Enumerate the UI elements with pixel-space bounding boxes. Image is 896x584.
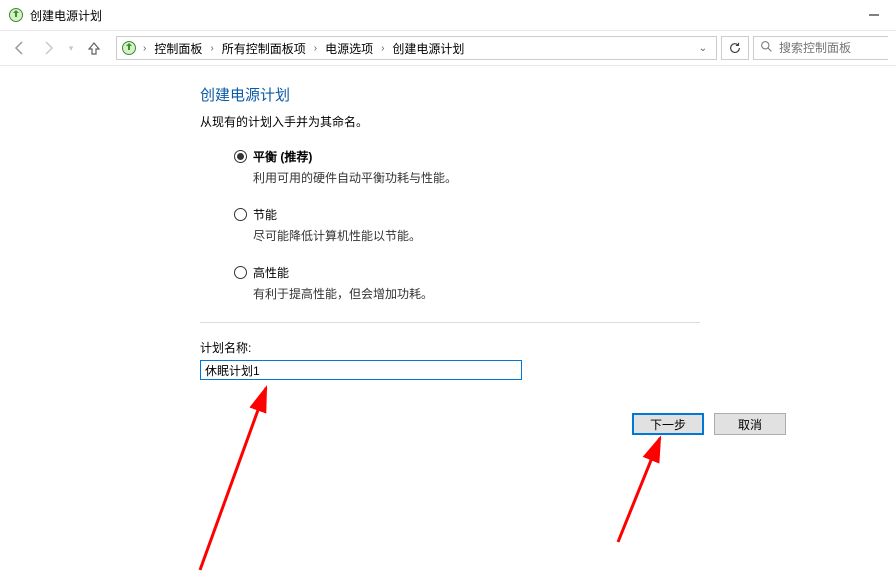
option-description: 尽可能降低计算机性能以节能。 [234, 227, 720, 244]
page-heading: 创建电源计划 [200, 84, 720, 105]
address-dropdown-icon[interactable]: ⌄ [694, 43, 712, 54]
radio-icon[interactable] [234, 150, 247, 163]
minimize-button[interactable] [851, 0, 896, 30]
chevron-right-icon: › [377, 43, 388, 54]
annotation-arrow [600, 432, 700, 552]
address-bar[interactable]: › 控制面板 › 所有控制面板项 › 电源选项 › 创建电源计划 ⌄ [116, 36, 717, 60]
app-icon [8, 7, 24, 23]
search-box[interactable] [753, 36, 888, 60]
annotation-arrow [170, 380, 290, 580]
titlebar: 创建电源计划 [0, 0, 896, 30]
radio-icon[interactable] [234, 208, 247, 221]
option-label: 高性能 [253, 264, 289, 281]
plan-option-powersaver[interactable]: 节能 尽可能降低计算机性能以节能。 [234, 206, 720, 244]
cancel-button[interactable]: 取消 [714, 413, 786, 435]
content: 创建电源计划 从现有的计划入手并为其命名。 平衡 (推荐) 利用可用的硬件自动平… [0, 66, 720, 380]
navbar: ▾ › 控制面板 › 所有控制面板项 › 电源选项 › 创建电源计划 ⌄ [0, 30, 896, 66]
plan-option-balanced[interactable]: 平衡 (推荐) 利用可用的硬件自动平衡功耗与性能。 [234, 148, 720, 186]
breadcrumb-item[interactable]: 创建电源计划 [390, 40, 466, 57]
breadcrumb-item[interactable]: 电源选项 [323, 40, 375, 57]
breadcrumb-item[interactable]: 控制面板 [152, 40, 204, 57]
forward-button[interactable] [36, 36, 60, 60]
search-input[interactable] [779, 41, 882, 55]
plan-name-label: 计划名称: [200, 339, 720, 356]
up-button[interactable] [82, 36, 106, 60]
option-description: 利用可用的硬件自动平衡功耗与性能。 [234, 169, 720, 186]
chevron-right-icon: › [139, 43, 150, 54]
radio-icon[interactable] [234, 266, 247, 279]
option-label: 平衡 (推荐) [253, 148, 312, 165]
divider [200, 322, 700, 323]
back-button[interactable] [8, 36, 32, 60]
chevron-right-icon: › [206, 43, 217, 54]
search-icon [760, 40, 773, 56]
breadcrumb-item[interactable]: 所有控制面板项 [220, 40, 308, 57]
next-button[interactable]: 下一步 [632, 413, 704, 435]
page-subheading: 从现有的计划入手并为其命名。 [200, 113, 720, 130]
location-icon [121, 40, 137, 56]
refresh-button[interactable] [721, 36, 749, 60]
cancel-button-label: 取消 [738, 416, 762, 433]
plan-options: 平衡 (推荐) 利用可用的硬件自动平衡功耗与性能。 节能 尽可能降低计算机性能以… [200, 148, 720, 302]
option-label: 节能 [253, 206, 277, 223]
recent-locations-button[interactable]: ▾ [64, 36, 78, 60]
chevron-right-icon: › [310, 43, 321, 54]
plan-name-input[interactable] [200, 360, 522, 380]
option-description: 有利于提高性能，但会增加功耗。 [234, 285, 720, 302]
plan-option-highperf[interactable]: 高性能 有利于提高性能，但会增加功耗。 [234, 264, 720, 302]
footer: 下一步 取消 [0, 413, 896, 435]
next-button-label: 下一步 [650, 416, 686, 433]
window-title: 创建电源计划 [30, 7, 102, 24]
